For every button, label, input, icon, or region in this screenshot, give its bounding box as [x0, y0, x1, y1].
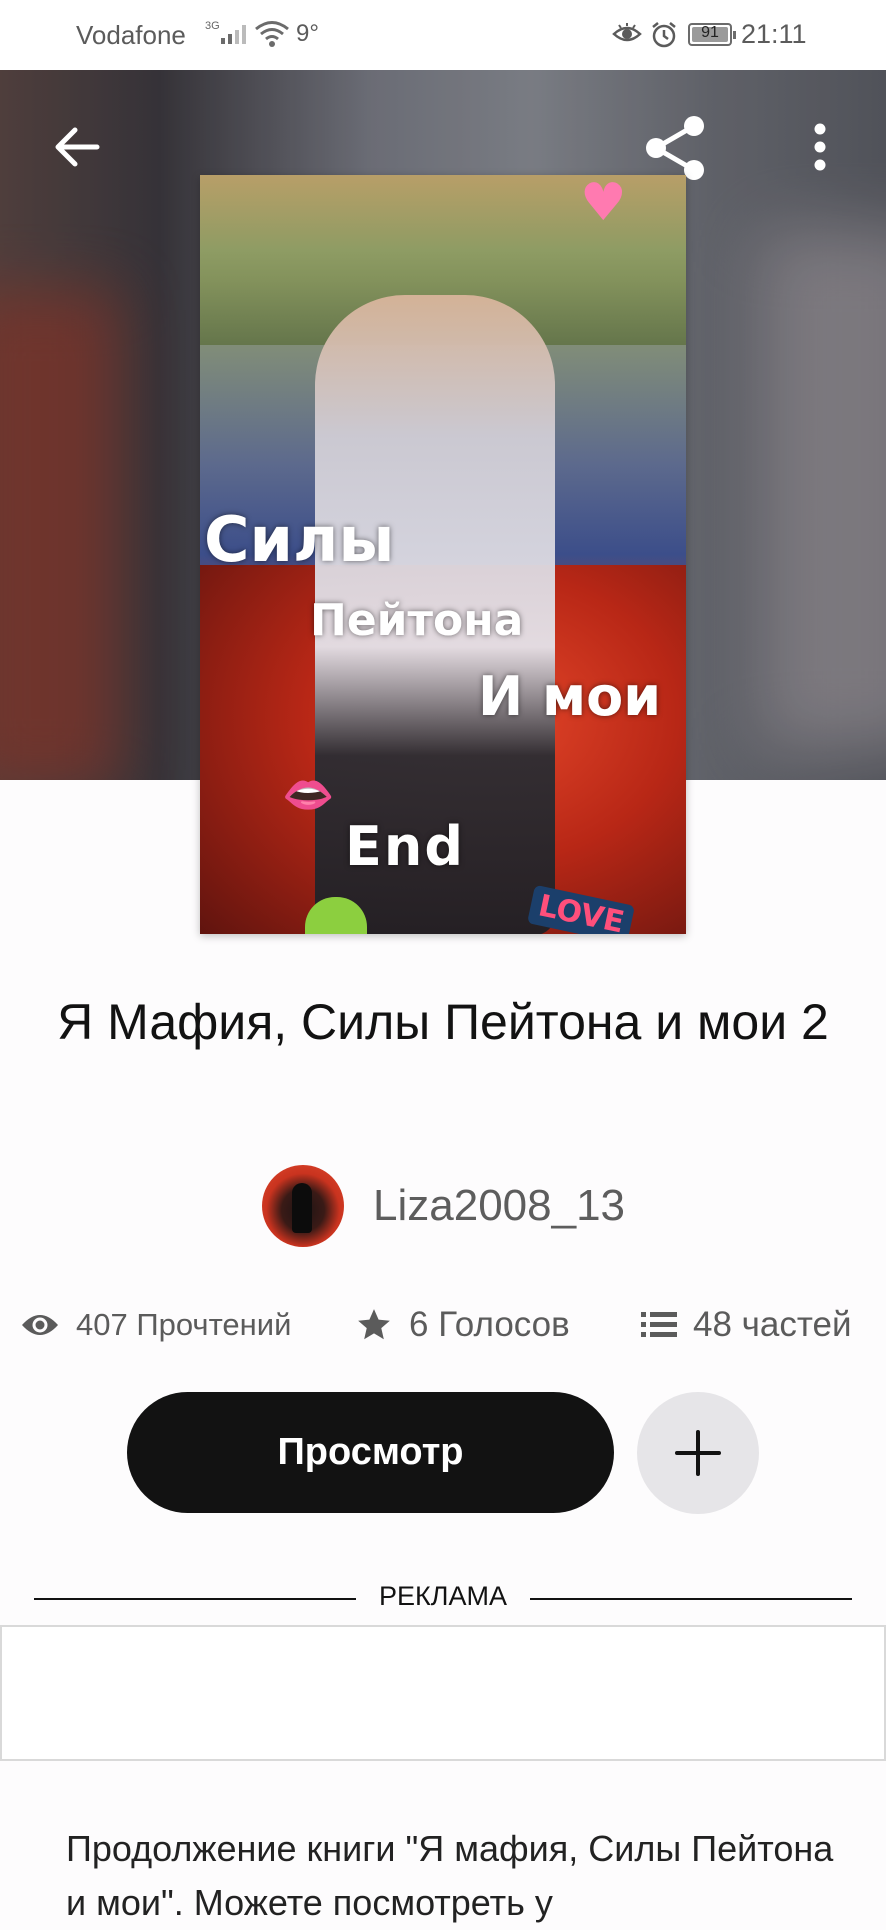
- eye-comfort-icon: [612, 22, 642, 53]
- book-cover[interactable]: ♥ Силы Пейтона И мои 👄 End LOVE: [200, 175, 686, 934]
- author-avatar[interactable]: [262, 1165, 344, 1247]
- cover-text-line2: Пейтона: [310, 595, 524, 646]
- temperature: 9°: [296, 20, 319, 47]
- add-to-library-button[interactable]: [637, 1392, 759, 1514]
- parts-stat[interactable]: 48 частей: [641, 1302, 852, 1348]
- eye-icon: [22, 1315, 58, 1335]
- cover-text-line3: И мои: [478, 665, 662, 728]
- ad-divider-right: [530, 1598, 852, 1600]
- battery-icon: 91: [688, 23, 736, 46]
- story-description: Продолжение книги "Я мафия, Силы Пейтона…: [66, 1828, 834, 1923]
- parts-count[interactable]: 48 частей: [693, 1305, 852, 1345]
- back-button[interactable]: [40, 110, 114, 184]
- cover-text-line4: End: [345, 815, 465, 878]
- author-name[interactable]: Liza2008_13: [373, 1181, 625, 1231]
- battery-level: 91: [701, 24, 719, 41]
- clock: 21:11: [741, 19, 807, 49]
- reads-stat: 407 Прочтений: [20, 1302, 291, 1348]
- status-bar: Vodafone 3G 9° 91 21:11: [0, 0, 886, 70]
- plus-icon: [675, 1430, 721, 1476]
- star-icon: [358, 1309, 390, 1340]
- reads-count: 407 Прочтений: [76, 1307, 292, 1342]
- ad-banner[interactable]: [0, 1625, 886, 1761]
- votes-stat: 6 Голосов: [355, 1302, 570, 1348]
- wifi-icon: [254, 20, 290, 55]
- read-button[interactable]: Просмотр: [127, 1392, 614, 1513]
- signal-icon: [219, 22, 247, 53]
- ad-label: РЕКЛАМА: [379, 1581, 507, 1611]
- author-link[interactable]: Liza2008_13: [262, 1165, 625, 1247]
- list-icon: [641, 1312, 677, 1337]
- heart-sticker-icon: ♥: [580, 175, 627, 233]
- ad-divider-left: [34, 1598, 356, 1600]
- cover-text-line1: Силы: [204, 503, 395, 576]
- lips-sticker-icon: 👄: [282, 770, 335, 819]
- more-options-button[interactable]: [790, 110, 850, 184]
- arrow-left-icon: [55, 127, 100, 167]
- story-title: Я Мафия, Силы Пейтона и мои 2: [57, 994, 829, 1050]
- network-type: 3G: [205, 20, 220, 32]
- more-vertical-icon: [814, 123, 826, 171]
- share-icon: [646, 116, 704, 180]
- carrier-name: Vodafone: [76, 20, 186, 50]
- votes-count: 6 Голосов: [409, 1305, 570, 1344]
- alarm-icon: [650, 21, 678, 56]
